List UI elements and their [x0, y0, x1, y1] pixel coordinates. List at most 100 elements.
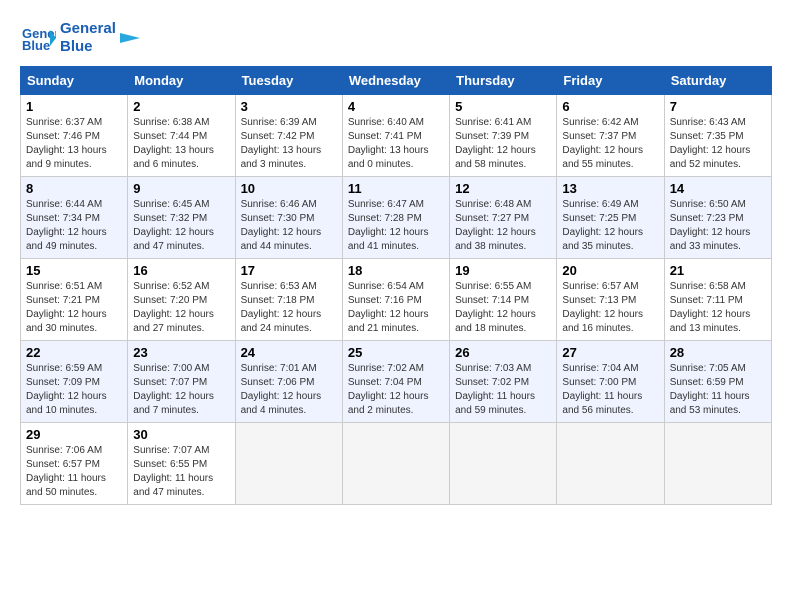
calendar-cell: 29 Sunrise: 7:06 AM Sunset: 6:57 PM Dayl…: [21, 423, 128, 505]
calendar-cell: 5 Sunrise: 6:41 AM Sunset: 7:39 PM Dayli…: [450, 95, 557, 177]
calendar-cell: 6 Sunrise: 6:42 AM Sunset: 7:37 PM Dayli…: [557, 95, 664, 177]
column-header-thursday: Thursday: [450, 67, 557, 95]
day-info: Sunrise: 7:06 AM Sunset: 6:57 PM Dayligh…: [26, 444, 122, 500]
day-info: Sunrise: 7:04 AM Sunset: 7:00 PM Dayligh…: [562, 362, 658, 418]
day-info: Sunrise: 6:58 AM Sunset: 7:11 PM Dayligh…: [670, 280, 766, 336]
calendar-cell: 15 Sunrise: 6:51 AM Sunset: 7:21 PM Dayl…: [21, 259, 128, 341]
calendar-cell: 10 Sunrise: 6:46 AM Sunset: 7:30 PM Dayl…: [235, 177, 342, 259]
column-header-wednesday: Wednesday: [342, 67, 449, 95]
day-number: 21: [670, 263, 766, 278]
day-number: 29: [26, 427, 122, 442]
day-number: 2: [133, 99, 229, 114]
page-header: General Blue General Blue: [20, 20, 772, 56]
column-header-tuesday: Tuesday: [235, 67, 342, 95]
day-number: 1: [26, 99, 122, 114]
day-info: Sunrise: 6:55 AM Sunset: 7:14 PM Dayligh…: [455, 280, 551, 336]
column-header-saturday: Saturday: [664, 67, 771, 95]
day-info: Sunrise: 7:05 AM Sunset: 6:59 PM Dayligh…: [670, 362, 766, 418]
week-row-4: 22 Sunrise: 6:59 AM Sunset: 7:09 PM Dayl…: [21, 341, 772, 423]
day-number: 30: [133, 427, 229, 442]
calendar-cell: [342, 423, 449, 505]
day-number: 5: [455, 99, 551, 114]
svg-text:Blue: Blue: [22, 38, 50, 53]
day-info: Sunrise: 6:38 AM Sunset: 7:44 PM Dayligh…: [133, 116, 229, 172]
day-info: Sunrise: 6:40 AM Sunset: 7:41 PM Dayligh…: [348, 116, 444, 172]
day-info: Sunrise: 7:03 AM Sunset: 7:02 PM Dayligh…: [455, 362, 551, 418]
day-number: 27: [562, 345, 658, 360]
day-number: 26: [455, 345, 551, 360]
calendar-cell: 11 Sunrise: 6:47 AM Sunset: 7:28 PM Dayl…: [342, 177, 449, 259]
calendar-cell: 13 Sunrise: 6:49 AM Sunset: 7:25 PM Dayl…: [557, 177, 664, 259]
calendar-cell: 18 Sunrise: 6:54 AM Sunset: 7:16 PM Dayl…: [342, 259, 449, 341]
day-info: Sunrise: 6:45 AM Sunset: 7:32 PM Dayligh…: [133, 198, 229, 254]
calendar-cell: 27 Sunrise: 7:04 AM Sunset: 7:00 PM Dayl…: [557, 341, 664, 423]
day-info: Sunrise: 6:41 AM Sunset: 7:39 PM Dayligh…: [455, 116, 551, 172]
day-number: 18: [348, 263, 444, 278]
day-info: Sunrise: 6:59 AM Sunset: 7:09 PM Dayligh…: [26, 362, 122, 418]
calendar-cell: 26 Sunrise: 7:03 AM Sunset: 7:02 PM Dayl…: [450, 341, 557, 423]
column-header-monday: Monday: [128, 67, 235, 95]
day-info: Sunrise: 6:48 AM Sunset: 7:27 PM Dayligh…: [455, 198, 551, 254]
calendar-cell: 7 Sunrise: 6:43 AM Sunset: 7:35 PM Dayli…: [664, 95, 771, 177]
calendar-cell: [235, 423, 342, 505]
day-info: Sunrise: 6:49 AM Sunset: 7:25 PM Dayligh…: [562, 198, 658, 254]
day-number: 17: [241, 263, 337, 278]
day-number: 22: [26, 345, 122, 360]
day-number: 6: [562, 99, 658, 114]
day-number: 19: [455, 263, 551, 278]
day-number: 23: [133, 345, 229, 360]
day-info: Sunrise: 7:01 AM Sunset: 7:06 PM Dayligh…: [241, 362, 337, 418]
day-number: 11: [348, 181, 444, 196]
calendar-cell: 25 Sunrise: 7:02 AM Sunset: 7:04 PM Dayl…: [342, 341, 449, 423]
day-number: 13: [562, 181, 658, 196]
calendar-cell: 21 Sunrise: 6:58 AM Sunset: 7:11 PM Dayl…: [664, 259, 771, 341]
day-number: 28: [670, 345, 766, 360]
day-number: 14: [670, 181, 766, 196]
calendar-cell: 28 Sunrise: 7:05 AM Sunset: 6:59 PM Dayl…: [664, 341, 771, 423]
day-info: Sunrise: 6:53 AM Sunset: 7:18 PM Dayligh…: [241, 280, 337, 336]
calendar-cell: 12 Sunrise: 6:48 AM Sunset: 7:27 PM Dayl…: [450, 177, 557, 259]
day-info: Sunrise: 6:37 AM Sunset: 7:46 PM Dayligh…: [26, 116, 122, 172]
day-number: 25: [348, 345, 444, 360]
day-info: Sunrise: 7:02 AM Sunset: 7:04 PM Dayligh…: [348, 362, 444, 418]
column-header-friday: Friday: [557, 67, 664, 95]
day-info: Sunrise: 6:51 AM Sunset: 7:21 PM Dayligh…: [26, 280, 122, 336]
day-info: Sunrise: 6:57 AM Sunset: 7:13 PM Dayligh…: [562, 280, 658, 336]
calendar-table: SundayMondayTuesdayWednesdayThursdayFrid…: [20, 66, 772, 505]
logo-arrow-icon: [120, 28, 140, 48]
day-info: Sunrise: 6:50 AM Sunset: 7:23 PM Dayligh…: [670, 198, 766, 254]
day-info: Sunrise: 6:52 AM Sunset: 7:20 PM Dayligh…: [133, 280, 229, 336]
calendar-cell: [557, 423, 664, 505]
calendar-cell: 1 Sunrise: 6:37 AM Sunset: 7:46 PM Dayli…: [21, 95, 128, 177]
calendar-cell: 8 Sunrise: 6:44 AM Sunset: 7:34 PM Dayli…: [21, 177, 128, 259]
day-number: 8: [26, 181, 122, 196]
day-number: 7: [670, 99, 766, 114]
calendar-cell: 17 Sunrise: 6:53 AM Sunset: 7:18 PM Dayl…: [235, 259, 342, 341]
logo-line2: Blue: [60, 38, 116, 56]
day-info: Sunrise: 6:44 AM Sunset: 7:34 PM Dayligh…: [26, 198, 122, 254]
calendar-cell: 2 Sunrise: 6:38 AM Sunset: 7:44 PM Dayli…: [128, 95, 235, 177]
logo-line1: General: [60, 20, 116, 38]
calendar-cell: [664, 423, 771, 505]
day-info: Sunrise: 6:43 AM Sunset: 7:35 PM Dayligh…: [670, 116, 766, 172]
calendar-cell: 30 Sunrise: 7:07 AM Sunset: 6:55 PM Dayl…: [128, 423, 235, 505]
logo: General Blue General Blue: [20, 20, 140, 56]
day-info: Sunrise: 6:42 AM Sunset: 7:37 PM Dayligh…: [562, 116, 658, 172]
calendar-cell: 9 Sunrise: 6:45 AM Sunset: 7:32 PM Dayli…: [128, 177, 235, 259]
day-info: Sunrise: 6:47 AM Sunset: 7:28 PM Dayligh…: [348, 198, 444, 254]
day-number: 12: [455, 181, 551, 196]
calendar-cell: 3 Sunrise: 6:39 AM Sunset: 7:42 PM Dayli…: [235, 95, 342, 177]
calendar-cell: 4 Sunrise: 6:40 AM Sunset: 7:41 PM Dayli…: [342, 95, 449, 177]
day-info: Sunrise: 7:07 AM Sunset: 6:55 PM Dayligh…: [133, 444, 229, 500]
day-number: 15: [26, 263, 122, 278]
day-info: Sunrise: 6:39 AM Sunset: 7:42 PM Dayligh…: [241, 116, 337, 172]
day-info: Sunrise: 7:00 AM Sunset: 7:07 PM Dayligh…: [133, 362, 229, 418]
calendar-cell: 14 Sunrise: 6:50 AM Sunset: 7:23 PM Dayl…: [664, 177, 771, 259]
day-number: 16: [133, 263, 229, 278]
week-row-2: 8 Sunrise: 6:44 AM Sunset: 7:34 PM Dayli…: [21, 177, 772, 259]
column-headers: SundayMondayTuesdayWednesdayThursdayFrid…: [21, 67, 772, 95]
day-number: 9: [133, 181, 229, 196]
day-number: 4: [348, 99, 444, 114]
calendar-cell: 19 Sunrise: 6:55 AM Sunset: 7:14 PM Dayl…: [450, 259, 557, 341]
week-row-1: 1 Sunrise: 6:37 AM Sunset: 7:46 PM Dayli…: [21, 95, 772, 177]
